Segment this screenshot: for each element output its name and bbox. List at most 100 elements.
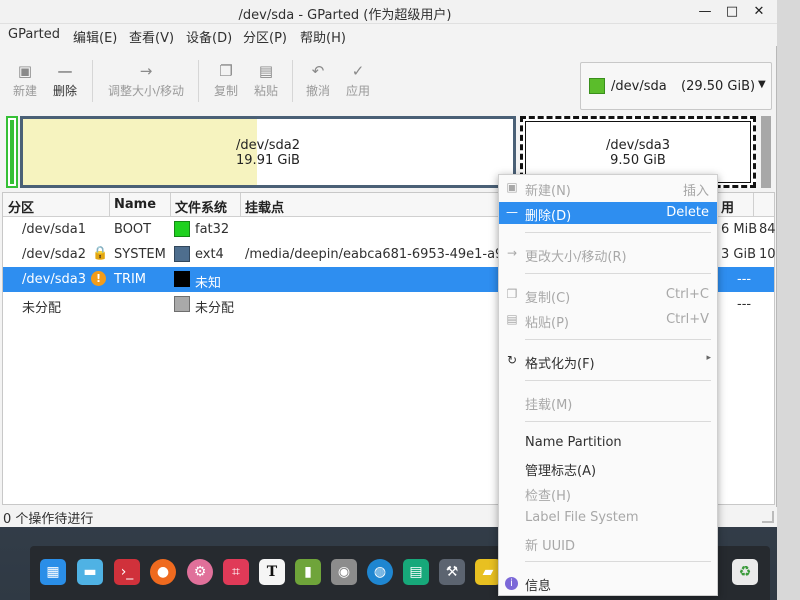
device-size: (29.50 GiB) xyxy=(681,79,756,94)
minimize-button[interactable]: — xyxy=(694,2,716,22)
column-header-mountpoint[interactable]: 挂载点 xyxy=(245,197,284,216)
title-bar[interactable]: /dev/sda - GParted (作为超级用户) — □ ✕ xyxy=(0,0,777,24)
screenshot-icon[interactable]: ⌗ xyxy=(223,559,249,585)
column-divider xyxy=(753,193,754,217)
device-selector[interactable]: /dev/sda (29.50 GiB) ▼ xyxy=(580,62,772,110)
cell-filesystem: ext4 xyxy=(195,247,224,262)
menu-item-shortcut: Ctrl+V xyxy=(666,312,709,327)
menu-item-information[interactable]: i 信息 xyxy=(499,572,717,594)
partition-used-fill xyxy=(10,120,14,184)
filesystem-color-swatch xyxy=(174,271,190,287)
column-divider xyxy=(109,193,110,217)
menu-item-new-uuid[interactable]: 新 UUID xyxy=(499,532,717,554)
toolbar-separator xyxy=(198,60,199,102)
paste-button[interactable]: ▤ 粘贴 xyxy=(248,60,284,99)
minus-icon: — xyxy=(57,62,73,80)
menu-item-paste[interactable]: ▤ 粘贴(P) Ctrl+V xyxy=(499,309,717,331)
menu-item-resize[interactable]: → 更改大小/移动(R) xyxy=(499,243,717,265)
cell-name: SYSTEM xyxy=(114,247,166,262)
resize-grip-icon[interactable] xyxy=(762,511,774,523)
filesystem-color-swatch xyxy=(174,221,190,237)
close-button[interactable]: ✕ xyxy=(748,2,770,22)
menu-item-new[interactable]: ▣ 新建(N) 插入 xyxy=(499,177,717,199)
column-divider xyxy=(240,193,241,217)
menu-edit[interactable]: 编辑(E) xyxy=(73,27,117,46)
archive-icon[interactable]: ▮ xyxy=(295,559,321,585)
menu-item-check[interactable]: 检查(H) xyxy=(499,482,717,504)
cell-partition: /dev/sda3 xyxy=(22,272,86,287)
cell-filesystem: 未分配 xyxy=(195,301,235,316)
menu-item-label-filesystem[interactable]: Label File System xyxy=(499,507,717,529)
column-header-partition[interactable]: 分区 xyxy=(8,197,34,216)
partition-block-sda1[interactable] xyxy=(6,116,18,188)
copy-icon: ❐ xyxy=(219,62,233,80)
partition-block-sda2[interactable]: /dev/sda2 19.91 GiB xyxy=(20,116,516,188)
apply-button[interactable]: ✓ 应用 xyxy=(340,60,376,99)
menu-item-delete[interactable]: — 删除(D) Delete xyxy=(499,202,717,224)
new-button[interactable]: ▣ 新建 xyxy=(8,60,42,99)
cell-filesystem: fat32 xyxy=(195,222,230,237)
chevron-down-icon: ▼ xyxy=(758,79,766,90)
menu-separator xyxy=(525,421,711,422)
undo-button[interactable]: ↶ 撤消 xyxy=(300,60,336,99)
file-manager-icon[interactable]: ▬ xyxy=(77,559,103,585)
terminal-icon[interactable]: ›_ xyxy=(114,559,140,585)
menu-item-label: 管理标志(A) xyxy=(525,464,597,479)
store-icon[interactable]: ◍ xyxy=(367,559,393,585)
column-header-used[interactable]: 用 xyxy=(721,197,734,216)
menu-help[interactable]: 帮助(H) xyxy=(300,27,346,46)
filesystem-color-swatch xyxy=(174,246,190,262)
menu-item-format[interactable]: ↻ 格式化为(F) ▸ xyxy=(499,350,717,372)
clipboard-icon: ▤ xyxy=(506,312,518,326)
menu-device[interactable]: 设备(D) xyxy=(186,27,232,46)
menu-item-copy[interactable]: ❐ 复制(C) Ctrl+C xyxy=(499,284,717,306)
paste-button-label: 粘贴 xyxy=(253,84,278,98)
delete-button-label: 删除 xyxy=(52,84,77,98)
copy-button-label: 复制 xyxy=(213,84,238,98)
menu-item-label: 检查(H) xyxy=(525,489,571,504)
menu-item-label: 复制(C) xyxy=(525,291,571,306)
menu-item-manage-flags[interactable]: 管理标志(A) xyxy=(499,457,717,479)
tools-icon[interactable]: ⚒ xyxy=(439,559,465,585)
menu-partition[interactable]: 分区(P) xyxy=(243,27,287,46)
resize-arrow-icon: → xyxy=(506,246,518,260)
settings-icon[interactable]: ⚙ xyxy=(187,559,213,585)
minus-icon: — xyxy=(506,205,518,219)
menu-item-label: 格式化为(F) xyxy=(525,357,595,372)
warning-icon: ! xyxy=(91,271,106,286)
copy-icon: ❐ xyxy=(506,287,518,301)
cell-partition: /dev/sda1 xyxy=(22,222,86,237)
menu-item-mount[interactable]: 挂载(M) xyxy=(499,391,717,413)
disk-icon xyxy=(589,78,605,94)
column-header-filesystem[interactable]: 文件系统 xyxy=(175,197,227,216)
menu-view[interactable]: 查看(V) xyxy=(129,27,174,46)
copy-button[interactable]: ❐ 复制 xyxy=(208,60,244,99)
filesystem-color-swatch xyxy=(174,296,190,312)
partition-block-unallocated[interactable] xyxy=(761,116,771,188)
resize-move-button[interactable]: → 调整大小/移动 xyxy=(102,60,190,99)
trash-icon[interactable]: ♻ xyxy=(732,559,758,585)
refresh-icon: ↻ xyxy=(506,353,518,367)
menu-item-label: 新 UUID xyxy=(525,539,576,554)
launcher-icon[interactable]: ▦ xyxy=(40,559,66,585)
partition-block-size: 9.50 GiB xyxy=(610,153,666,168)
maximize-button[interactable]: □ xyxy=(721,2,743,22)
monitor-icon[interactable]: ▤ xyxy=(403,559,429,585)
menu-item-label: 删除(D) xyxy=(525,209,572,224)
firefox-icon[interactable]: ● xyxy=(150,559,176,585)
disk-utility-icon[interactable]: ◉ xyxy=(331,559,357,585)
menu-gparted[interactable]: GParted xyxy=(8,27,60,42)
delete-button[interactable]: — 删除 xyxy=(48,60,82,99)
toolbar: ▣ 新建 — 删除 → 调整大小/移动 ❐ 复制 ▤ 粘贴 ↶ 撤消 ✓ 应用 xyxy=(0,52,777,114)
submenu-arrow-icon: ▸ xyxy=(706,353,711,363)
new-icon: ▣ xyxy=(506,180,518,194)
menu-item-name-partition[interactable]: Name Partition xyxy=(499,432,717,454)
menu-item-shortcut: Delete xyxy=(666,205,709,220)
column-header-name[interactable]: Name xyxy=(114,197,156,212)
device-name: /dev/sda xyxy=(611,79,667,94)
text-editor-icon[interactable]: T xyxy=(259,559,285,585)
menu-bar: GParted 编辑(E) 查看(V) 设备(D) 分区(P) 帮助(H) xyxy=(0,24,777,46)
menu-separator xyxy=(525,380,711,381)
menu-item-label: 更改大小/移动(R) xyxy=(525,250,627,265)
menu-item-label: Label File System xyxy=(525,510,639,525)
